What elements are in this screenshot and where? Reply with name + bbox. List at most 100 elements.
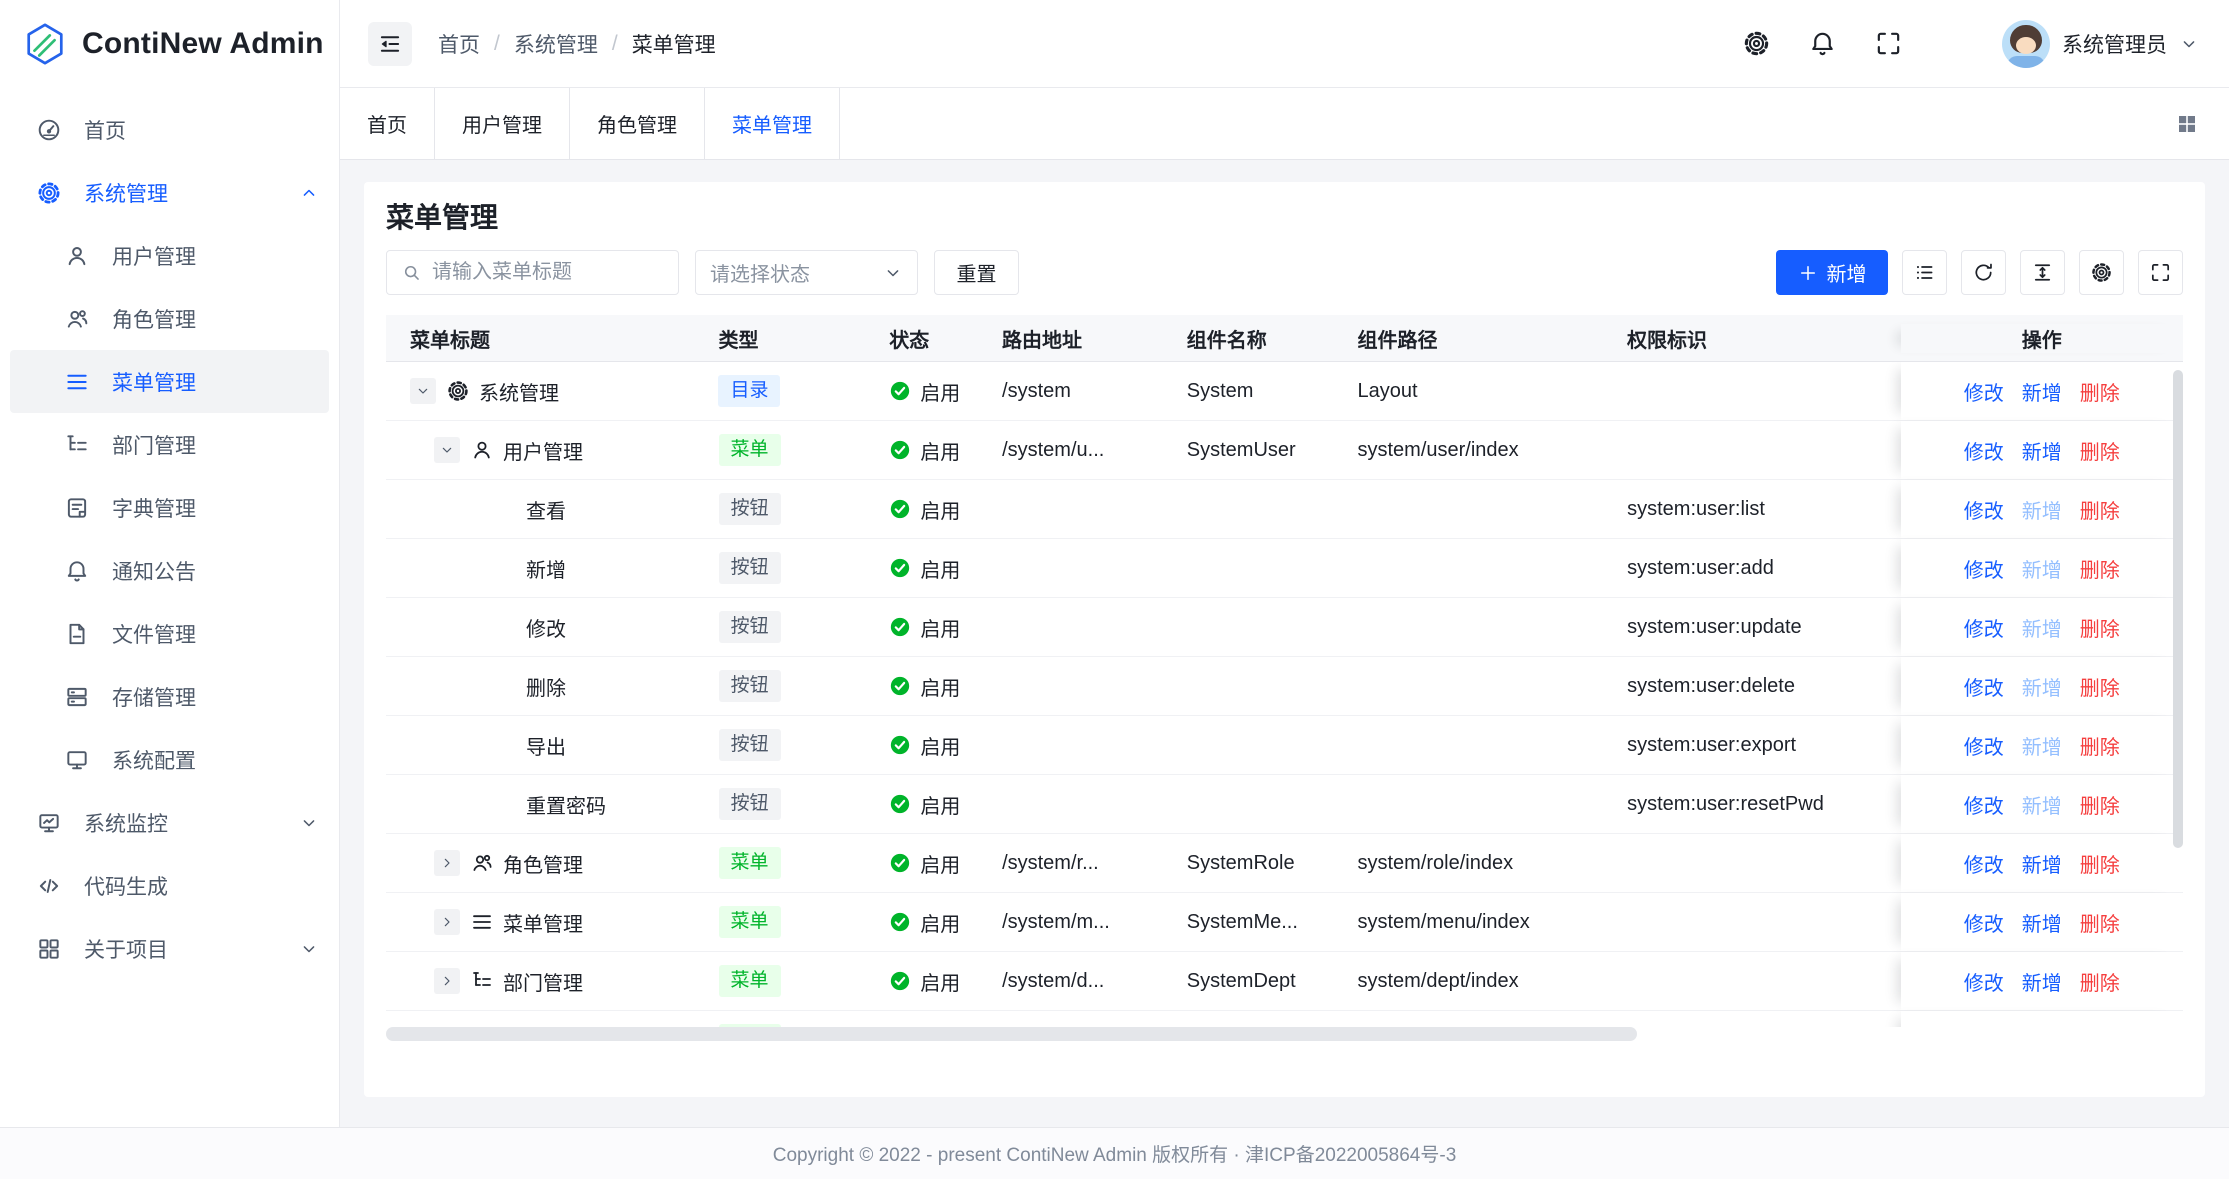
- sidebar-item-label: 字典管理: [112, 493, 196, 523]
- user-menu[interactable]: 系统管理员: [2002, 20, 2199, 68]
- type-tag: 菜单: [719, 847, 781, 879]
- expand-row-button[interactable]: [434, 909, 460, 935]
- edit-link[interactable]: 修改: [1964, 790, 2004, 819]
- delete-link[interactable]: 删除: [2080, 1026, 2120, 1028]
- edit-link[interactable]: 修改: [1964, 554, 2004, 583]
- sidebar-item-file[interactable]: 文件管理: [0, 602, 339, 665]
- status-label: 启用: [920, 554, 960, 583]
- delete-link[interactable]: 删除: [2080, 908, 2120, 937]
- edit-link[interactable]: 修改: [1964, 731, 2004, 760]
- reset-button[interactable]: 重置: [934, 250, 1019, 295]
- delete-link[interactable]: 删除: [2080, 849, 2120, 878]
- sidebar-item-grid[interactable]: 关于项目: [0, 917, 339, 980]
- tab-list-button[interactable]: [2169, 106, 2205, 142]
- sidebar-item-dashboard[interactable]: 首页: [0, 98, 339, 161]
- sidebar-item-user[interactable]: 用户管理: [0, 224, 339, 287]
- add-link[interactable]: 新增: [2022, 1026, 2062, 1028]
- add-link[interactable]: 新增: [2022, 495, 2062, 524]
- expand-row-button[interactable]: [434, 968, 460, 994]
- delete-link[interactable]: 删除: [2080, 967, 2120, 996]
- type-tag: 菜单: [719, 434, 781, 466]
- add-link[interactable]: 新增: [2022, 672, 2062, 701]
- route-cell: /system: [978, 380, 1163, 403]
- add-link[interactable]: 新增: [2022, 377, 2062, 406]
- brand-name: ContiNew Admin: [82, 27, 324, 61]
- title-cell: 部门管理: [386, 967, 695, 996]
- add-link[interactable]: 新增: [2022, 554, 2062, 583]
- add-button[interactable]: 新增: [1776, 250, 1888, 295]
- sidebar-item-label: 角色管理: [112, 304, 196, 334]
- list-button[interactable]: [1902, 250, 1947, 295]
- sidebar-item-gear[interactable]: 系统管理: [0, 161, 339, 224]
- horizontal-scrollbar-thumb[interactable]: [386, 1027, 1637, 1041]
- settings-button[interactable]: [1738, 26, 1774, 62]
- column-header: 组件名称: [1163, 324, 1334, 353]
- breadcrumb-item[interactable]: 首页: [438, 29, 480, 59]
- add-link[interactable]: 新增: [2022, 436, 2062, 465]
- sidebar-item-dict[interactable]: 字典管理: [0, 476, 339, 539]
- sidebar-item-monitor-chart[interactable]: 系统监控: [0, 791, 339, 854]
- delete-link[interactable]: 删除: [2080, 790, 2120, 819]
- gear-button[interactable]: [2079, 250, 2124, 295]
- sidebar-collapse-button[interactable]: [368, 22, 412, 66]
- tab-角色管理[interactable]: 角色管理: [570, 88, 705, 159]
- status-select[interactable]: 请选择状态: [695, 250, 918, 295]
- fullscreen-button[interactable]: [2138, 250, 2183, 295]
- line-height-button[interactable]: [2020, 250, 2065, 295]
- collapse-row-button[interactable]: [410, 378, 436, 404]
- delete-link[interactable]: 删除: [2080, 613, 2120, 642]
- add-link[interactable]: 新增: [2022, 967, 2062, 996]
- tab-菜单管理[interactable]: 菜单管理: [705, 88, 840, 159]
- bell-button[interactable]: [1804, 26, 1840, 62]
- moon-button[interactable]: [1936, 26, 1972, 62]
- sidebar-item-storage[interactable]: 存储管理: [0, 665, 339, 728]
- sidebar-item-bell[interactable]: 通知公告: [0, 539, 339, 602]
- edit-link[interactable]: 修改: [1964, 967, 2004, 996]
- add-link[interactable]: 新增: [2022, 908, 2062, 937]
- table-row: 字典管理菜单启用修改新增删除: [386, 1011, 2183, 1027]
- delete-link[interactable]: 删除: [2080, 436, 2120, 465]
- brand-logo-icon: [22, 21, 68, 67]
- expand-row-button[interactable]: [434, 850, 460, 876]
- column-header: 组件路径: [1333, 324, 1603, 353]
- edit-link[interactable]: 修改: [1964, 1026, 2004, 1028]
- delete-link[interactable]: 删除: [2080, 554, 2120, 583]
- component-name-cell: SystemUser: [1163, 439, 1334, 462]
- edit-link[interactable]: 修改: [1964, 377, 2004, 406]
- sidebar-item-menu[interactable]: 菜单管理: [10, 350, 329, 413]
- delete-link[interactable]: 删除: [2080, 495, 2120, 524]
- fullscreen-button[interactable]: [1870, 26, 1906, 62]
- type-cell: 按钮: [695, 493, 866, 525]
- sidebar-item-tree[interactable]: 部门管理: [0, 413, 339, 476]
- add-link[interactable]: 新增: [2022, 790, 2062, 819]
- avatar: [2002, 20, 2050, 68]
- sidebar-item-label: 系统管理: [84, 178, 168, 208]
- edit-link[interactable]: 修改: [1964, 436, 2004, 465]
- refresh-button[interactable]: [1961, 250, 2006, 295]
- delete-link[interactable]: 删除: [2080, 731, 2120, 760]
- breadcrumb-item[interactable]: 菜单管理: [632, 29, 716, 59]
- edit-link[interactable]: 修改: [1964, 495, 2004, 524]
- delete-link[interactable]: 删除: [2080, 672, 2120, 701]
- sidebar-item-monitor[interactable]: 系统配置: [0, 728, 339, 791]
- edit-link[interactable]: 修改: [1964, 908, 2004, 937]
- status-enabled-icon: [889, 852, 911, 874]
- chevron-down-icon: [299, 939, 319, 959]
- add-link[interactable]: 新增: [2022, 731, 2062, 760]
- tab-首页[interactable]: 首页: [340, 88, 435, 159]
- sidebar-item-code[interactable]: 代码生成: [0, 854, 339, 917]
- status-enabled-icon: [889, 970, 911, 992]
- edit-link[interactable]: 修改: [1964, 672, 2004, 701]
- add-link[interactable]: 新增: [2022, 613, 2062, 642]
- vertical-scrollbar-thumb[interactable]: [2173, 370, 2183, 848]
- edit-link[interactable]: 修改: [1964, 613, 2004, 642]
- collapse-row-button[interactable]: [434, 437, 460, 463]
- tab-用户管理[interactable]: 用户管理: [435, 88, 570, 159]
- edit-link[interactable]: 修改: [1964, 849, 2004, 878]
- search-input[interactable]: [432, 261, 664, 284]
- delete-link[interactable]: 删除: [2080, 377, 2120, 406]
- breadcrumb-item[interactable]: 系统管理: [514, 29, 598, 59]
- add-link[interactable]: 新增: [2022, 849, 2062, 878]
- sidebar-item-users[interactable]: 角色管理: [0, 287, 339, 350]
- user-name: 系统管理员: [2062, 29, 2167, 59]
